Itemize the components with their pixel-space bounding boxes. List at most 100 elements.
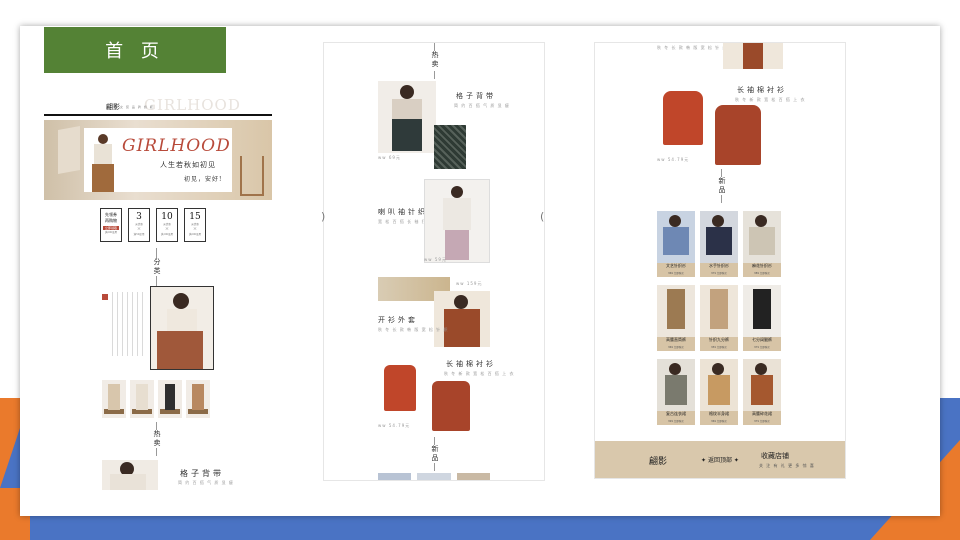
feature-rust-shirt-image[interactable] xyxy=(709,101,767,169)
store-logo[interactable]: 翩影 xyxy=(106,102,120,112)
grid-product-card[interactable]: 针织九分裤 ¥59 立即购买 xyxy=(700,285,738,351)
hero-banner[interactable] xyxy=(44,120,272,200)
product-image-plaid-overall[interactable] xyxy=(378,81,436,153)
coupon-note: 满50使用 xyxy=(133,233,145,236)
product-price: ww 69元 xyxy=(378,155,401,160)
coupon-claim[interactable]: 先领券 再购物 立即领取 满200使用 xyxy=(100,208,122,242)
section-divider-line xyxy=(721,195,722,203)
coupon-claim-note: 满200使用 xyxy=(104,231,118,234)
section-label-new: 新品 xyxy=(718,177,726,195)
grid-product-label: 高腰直筒裤 xyxy=(666,337,686,342)
section-divider-line xyxy=(434,463,435,471)
grid-product-card[interactable]: 格纹半身裙 ¥69 立即购买 xyxy=(700,359,738,425)
grid-product-sub: ¥69 立即购买 xyxy=(668,272,684,275)
top-note: 秋 冬 长 款 韩 版 宽 松 针 织 xyxy=(657,45,728,50)
product-name: 开衫外套 xyxy=(378,316,418,324)
product-name: 格子背带 xyxy=(456,92,496,100)
banner-subtitle-2: 初见，安好! xyxy=(184,176,223,183)
coupon-claim-line2: 再购物 xyxy=(105,218,117,223)
section-divider-line xyxy=(721,169,722,177)
feature-product-name: 长袖棉衬衫 xyxy=(737,86,787,94)
carousel-right-chevron-icon[interactable]: ( xyxy=(540,210,544,223)
grid-product-sub: ¥79 立即购买 xyxy=(711,272,727,275)
feature-product-subtitle: 秋 冬 新 款 宽 松 百 搭 上 衣 xyxy=(735,97,806,102)
grid-product-sub: ¥69 立即购买 xyxy=(668,346,684,349)
section-label-new: 新品 xyxy=(431,445,439,463)
coupon-note: 满100使用 xyxy=(160,233,174,236)
section-divider-line xyxy=(434,43,435,51)
category-feature-image[interactable] xyxy=(150,286,214,370)
store-logo-subtitle: 女 装 品 牌 旗 舰 xyxy=(120,105,154,109)
header-ghost-text: GIRLHOOD xyxy=(144,96,241,114)
product-price: ww 54.79元 xyxy=(378,423,411,428)
grid-product-sub: ¥89 立即购买 xyxy=(754,272,770,275)
product-image-cardigan-crop[interactable] xyxy=(723,43,783,69)
coupon-15[interactable]: 15 元优惠 × 满200使用 xyxy=(184,208,206,242)
grid-product-card[interactable]: 高腰直筒裤 ¥69 立即购买 xyxy=(657,285,695,351)
section-divider-line xyxy=(434,437,435,445)
grid-product-label: 水手针织衫 xyxy=(709,263,729,268)
grid-product-label: 复古连衣裙 xyxy=(666,411,686,416)
product-name: 长袖棉衬衫 xyxy=(446,360,496,368)
coupon-row: 先领券 再购物 立即领取 满200使用 3 元优惠 × 满50使用 10 元优惠… xyxy=(100,208,206,242)
product-image-rust-shirt[interactable] xyxy=(426,377,476,435)
category-thumb[interactable] xyxy=(186,380,210,418)
carousel-left-chevron-icon[interactable]: ) xyxy=(321,210,325,223)
section-divider-line xyxy=(156,276,157,286)
category-thumbnails xyxy=(102,380,210,418)
product-detail-plaid-image[interactable] xyxy=(434,125,466,169)
grid-product-label: 文艺针织衫 xyxy=(666,263,686,268)
grid-product-sub: ¥69 立即购买 xyxy=(711,420,727,423)
section-label-hot: 热卖 xyxy=(431,51,439,69)
grid-product-sub: ¥79 立即购买 xyxy=(754,346,770,349)
coupon-note: 满200使用 xyxy=(188,233,202,236)
product-image-red-shirt[interactable] xyxy=(378,363,422,415)
grid-product-card[interactable]: 复古连衣裙 ¥99 立即购买 xyxy=(657,359,695,425)
coupon-value: 10 xyxy=(161,212,173,222)
banner-title: GIRLHOOD xyxy=(122,136,231,156)
product-subtitle: 简 约 百 搭 气 质 显 瘦 xyxy=(178,480,234,485)
coupon-3[interactable]: 3 元优惠 × 满50使用 xyxy=(128,208,150,242)
grid-product-card[interactable]: 麻花针织衫 ¥89 立即购买 xyxy=(743,211,781,277)
grid-product-card[interactable]: 文艺针织衫 ¥69 立即购买 xyxy=(657,211,695,277)
product-image-flare-knit[interactable] xyxy=(424,179,490,263)
coupon-10[interactable]: 10 元优惠 × 满100使用 xyxy=(156,208,178,242)
feature-product-price: ww 54.79元 xyxy=(657,157,690,162)
grid-product-card[interactable]: 高腰碎花裙 ¥79 立即购买 xyxy=(743,359,781,425)
banner-subtitle: 人生若秋如初见 xyxy=(160,161,216,169)
product-image-plaid-overall[interactable] xyxy=(102,460,158,490)
grid-product-label: 高腰碎花裙 xyxy=(752,411,772,416)
banner-chair-image xyxy=(58,126,80,174)
category-poem-text xyxy=(112,292,144,356)
grid-product-label: 七分阔腿裤 xyxy=(752,337,772,342)
product-subtitle: 简 约 百 搭 气 质 显 瘦 xyxy=(454,103,510,108)
store-footer: 翩影 ✦ 返回顶部 ✦ 收藏店铺 关 注 有 礼 更 多 惊 喜 xyxy=(595,441,845,478)
banner-model-image xyxy=(88,132,118,192)
section-divider-line xyxy=(156,448,157,456)
section-label-hot: 热卖 xyxy=(153,430,161,448)
coupon-value: 15 xyxy=(189,212,201,222)
grid-product-label: 麻花针织衫 xyxy=(752,263,772,268)
category-seal-icon xyxy=(102,294,108,300)
back-to-top-label: 返回顶部 xyxy=(707,457,732,464)
coupon-value: 3 xyxy=(136,212,142,222)
favorite-store-button[interactable]: 收藏店铺 xyxy=(761,451,789,461)
category-thumb[interactable] xyxy=(102,380,126,418)
feature-red-shirt-image[interactable] xyxy=(657,87,709,149)
back-to-top-button[interactable]: ✦ 返回顶部 ✦ xyxy=(701,455,739,464)
grid-product-label: 针织九分裤 xyxy=(709,337,729,342)
grid-product-card[interactable]: 七分阔腿裤 ¥79 立即购买 xyxy=(743,285,781,351)
new-products-preview xyxy=(378,473,490,480)
product-subtitle: 秋 冬 长 款 韩 版 宽 松 针 织 xyxy=(378,327,449,332)
category-thumb[interactable] xyxy=(158,380,182,418)
footer-logo[interactable]: 翩影 xyxy=(649,454,667,467)
grid-product-sub: ¥79 立即购买 xyxy=(754,420,770,423)
product-price: ww 159元 xyxy=(456,281,483,286)
page-title: 首 页 xyxy=(44,27,226,73)
homepage-preview-column-2: 热卖 格子背带 简 约 百 搭 气 质 显 瘦 ww 69元 喇叭袖针织衫 宽 … xyxy=(323,42,545,481)
store-header: GIRLHOOD 翩影 女 装 品 牌 旗 舰 xyxy=(44,96,272,116)
category-thumb[interactable] xyxy=(130,380,154,418)
product-image-cardigan[interactable] xyxy=(434,291,490,347)
grid-product-card[interactable]: 水手针织衫 ¥79 立即购买 xyxy=(700,211,738,277)
product-name: 格子背带 xyxy=(180,469,224,478)
